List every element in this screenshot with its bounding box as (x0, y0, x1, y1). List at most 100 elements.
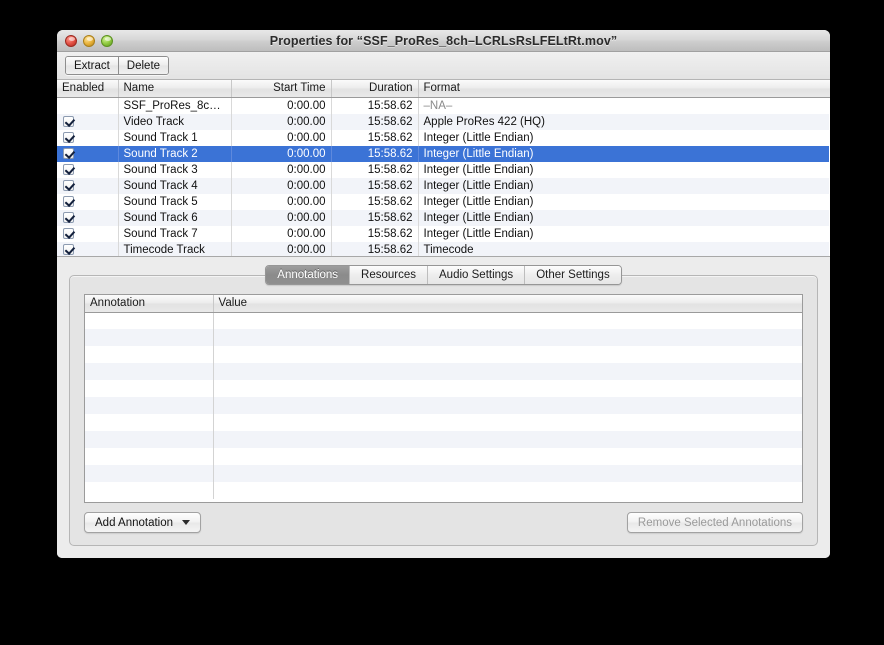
annotation-row[interactable] (85, 397, 802, 414)
annotation-row[interactable] (85, 465, 802, 482)
table-row[interactable]: Sound Track 2 0:00.00 15:58.62 Integer (Lit… (57, 145, 830, 162)
cell-enabled (57, 193, 119, 210)
cell-value (213, 414, 802, 431)
table-row[interactable]: Sound Track 4 0:00.00 15:58.62 Integer (Lit… (57, 177, 830, 194)
annotation-row[interactable] (85, 431, 802, 448)
cell-name: Sound Track 2 (118, 145, 232, 162)
enabled-checkbox[interactable] (63, 163, 74, 175)
cell-enabled (57, 97, 119, 114)
cell-duration: 15:58.62 (331, 113, 419, 130)
cell-duration: 15:58.62 (331, 145, 419, 162)
table-row[interactable]: SSF_ProRes_8c… 0:00.00 15:58.62 –NA– (57, 97, 830, 114)
close-button[interactable] (65, 34, 77, 47)
column-header-start-time[interactable]: Start Time (231, 80, 332, 98)
annotation-row[interactable] (85, 380, 802, 397)
enabled-checkbox[interactable] (63, 243, 74, 255)
cell-name: Sound Track 1 (118, 129, 232, 146)
enabled-checkbox[interactable] (63, 211, 74, 223)
cell-enabled (57, 241, 119, 256)
cell-value (213, 312, 802, 329)
cell-format: Integer (Little Endian) (423, 195, 534, 208)
column-header-enabled[interactable]: Enabled (57, 80, 119, 98)
annotation-row[interactable] (85, 363, 802, 380)
minimize-button[interactable] (83, 34, 95, 47)
cell-name: Video Track (118, 113, 232, 130)
tab-resources[interactable]: Resources (349, 266, 428, 284)
properties-window: Properties for “SSF_ProRes_8ch–LCRLsRsLF… (57, 30, 830, 558)
enabled-checkbox[interactable] (63, 179, 74, 191)
table-row[interactable]: Sound Track 7 0:00.00 15:58.62 Integer (Lit… (57, 225, 830, 242)
remove-selected-annotations-button[interactable]: Remove Selected Annotations (626, 512, 803, 533)
column-header-annotation[interactable]: Annotation (85, 295, 214, 313)
annotations-table-container[interactable]: Annotation Value (84, 294, 803, 503)
tab-audio-settings[interactable]: Audio Settings (427, 266, 525, 284)
annotation-row[interactable] (85, 346, 802, 363)
window-title: Properties for “SSF_ProRes_8ch–LCRLsRsLF… (269, 33, 618, 48)
add-annotation-button[interactable]: Add Annotation (84, 512, 202, 533)
annotations-table-header: Annotation Value (85, 295, 802, 313)
column-header-format[interactable]: Format (418, 80, 830, 98)
tracks-table-container[interactable]: Enabled Name Start Time Duration Format … (57, 80, 830, 257)
cell-value (213, 482, 802, 499)
cell-enabled (57, 145, 119, 162)
cell-format: Integer (Little Endian) (423, 179, 534, 192)
cell-annotation (85, 448, 214, 465)
caret-down-icon (182, 520, 191, 525)
table-row[interactable]: Sound Track 3 0:00.00 15:58.62 Integer (Lit… (57, 161, 830, 178)
cell-enabled (57, 113, 119, 130)
annotations-header-row: Annotation Value (85, 295, 802, 313)
enabled-checkbox[interactable] (63, 227, 74, 239)
zoom-button[interactable] (101, 34, 113, 47)
cell-annotation (85, 363, 214, 380)
cell-start-time: 0:00.00 (231, 209, 332, 226)
cell-enabled (57, 161, 119, 178)
annotation-row[interactable] (85, 329, 802, 346)
cell-duration: 15:58.62 (331, 161, 419, 178)
annotations-table-body (85, 312, 802, 499)
annotation-row[interactable] (85, 482, 802, 499)
cell-value (213, 448, 802, 465)
enabled-checkbox[interactable] (63, 147, 74, 159)
cell-format: Integer (Little Endian) (423, 163, 534, 176)
cell-start-time: 0:00.00 (231, 97, 332, 114)
annotation-row[interactable] (85, 414, 802, 431)
delete-button[interactable]: Delete (117, 57, 169, 74)
annotation-row[interactable] (85, 448, 802, 465)
cell-duration: 15:58.62 (331, 193, 419, 210)
column-header-name[interactable]: Name (118, 80, 232, 98)
column-header-value[interactable]: Value (213, 295, 802, 313)
table-row[interactable]: Video Track 0:00.00 15:58.62 Apple ProRes 4… (57, 113, 830, 130)
tab-annotations[interactable]: Annotations (266, 266, 350, 284)
enabled-checkbox[interactable] (63, 195, 74, 207)
tab-group: Annotations Resources Audio Settings Other … (265, 265, 622, 285)
cell-start-time: 0:00.00 (231, 225, 332, 242)
add-annotation-label: Add Annotation (95, 516, 174, 529)
tab-other-settings[interactable]: Other Settings (524, 266, 621, 284)
toolbar-segmented-group: Extract Delete (65, 56, 170, 75)
annotations-table: Annotation Value (85, 295, 802, 499)
window-toolbar: Extract Delete (57, 52, 830, 80)
cell-start-time: 0:00.00 (231, 241, 332, 256)
window-titlebar: Properties for “SSF_ProRes_8ch–LCRLsRsLF… (57, 30, 830, 52)
table-row[interactable]: Sound Track 6 0:00.00 15:58.62 Integer (Lit… (57, 209, 830, 226)
table-row[interactable]: Timecode Track 0:00.00 15:58.62 Timecode (57, 241, 830, 256)
annotations-panel: Annotation Value Add Annotation Remove S… (69, 275, 818, 546)
table-row[interactable]: Sound Track 1 0:00.00 15:58.62 Integer (Lit… (57, 129, 830, 146)
cell-enabled (57, 177, 119, 194)
cell-annotation (85, 465, 214, 482)
cell-annotation (85, 414, 214, 431)
table-row[interactable]: Sound Track 5 0:00.00 15:58.62 Integer (Lit… (57, 193, 830, 210)
enabled-checkbox[interactable] (63, 115, 74, 127)
annotation-row[interactable] (85, 312, 802, 329)
extract-button[interactable]: Extract (66, 57, 118, 74)
column-header-duration[interactable]: Duration (331, 80, 419, 98)
annotations-footer: Add Annotation Remove Selected Annotatio… (84, 512, 803, 533)
window-controls (65, 34, 113, 47)
cell-format: Integer (Little Endian) (423, 131, 534, 144)
cell-value (213, 431, 802, 448)
cell-format: Integer (Little Endian) (423, 211, 534, 224)
cell-name: Sound Track 3 (118, 161, 232, 178)
enabled-checkbox[interactable] (63, 131, 74, 143)
cell-duration: 15:58.62 (331, 209, 419, 226)
cell-enabled (57, 129, 119, 146)
